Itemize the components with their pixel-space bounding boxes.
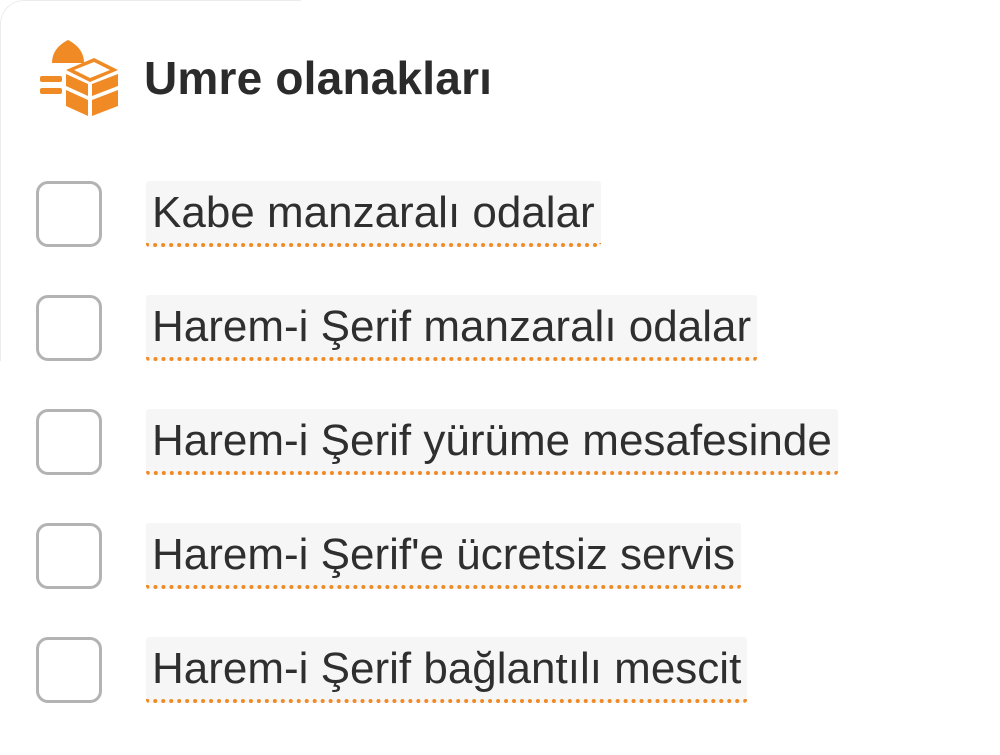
option-harem-view-rooms[interactable]: Harem-i Şerif manzaralı odalar xyxy=(36,292,758,364)
checkbox[interactable] xyxy=(36,295,102,361)
checkbox[interactable] xyxy=(36,637,102,703)
checkbox[interactable] xyxy=(36,181,102,247)
kaaba-icon xyxy=(40,40,118,116)
option-label[interactable]: Harem-i Şerif yürüme mesafesinde xyxy=(146,409,838,475)
checkbox[interactable] xyxy=(36,409,102,475)
option-harem-walking-distance[interactable]: Harem-i Şerif yürüme mesafesinde xyxy=(36,406,838,478)
option-label[interactable]: Harem-i Şerif manzaralı odalar xyxy=(146,295,758,361)
option-label[interactable]: Kabe manzaralı odalar xyxy=(146,181,601,247)
section-header: Umre olanakları xyxy=(38,36,492,120)
option-label[interactable]: Harem-i Şerif bağlantılı mescit xyxy=(146,637,748,703)
umre-facilities-panel: Umre olanakları Kabe manzaralı odalar Ha… xyxy=(0,0,1000,755)
option-harem-connected-masjid[interactable]: Harem-i Şerif bağlantılı mescit xyxy=(36,634,748,706)
option-harem-free-shuttle[interactable]: Harem-i Şerif'e ücretsiz servis xyxy=(36,520,741,592)
option-label[interactable]: Harem-i Şerif'e ücretsiz servis xyxy=(146,523,741,589)
option-kabe-view-rooms[interactable]: Kabe manzaralı odalar xyxy=(36,178,601,250)
section-title: Umre olanakları xyxy=(144,52,493,104)
checkbox[interactable] xyxy=(36,523,102,589)
